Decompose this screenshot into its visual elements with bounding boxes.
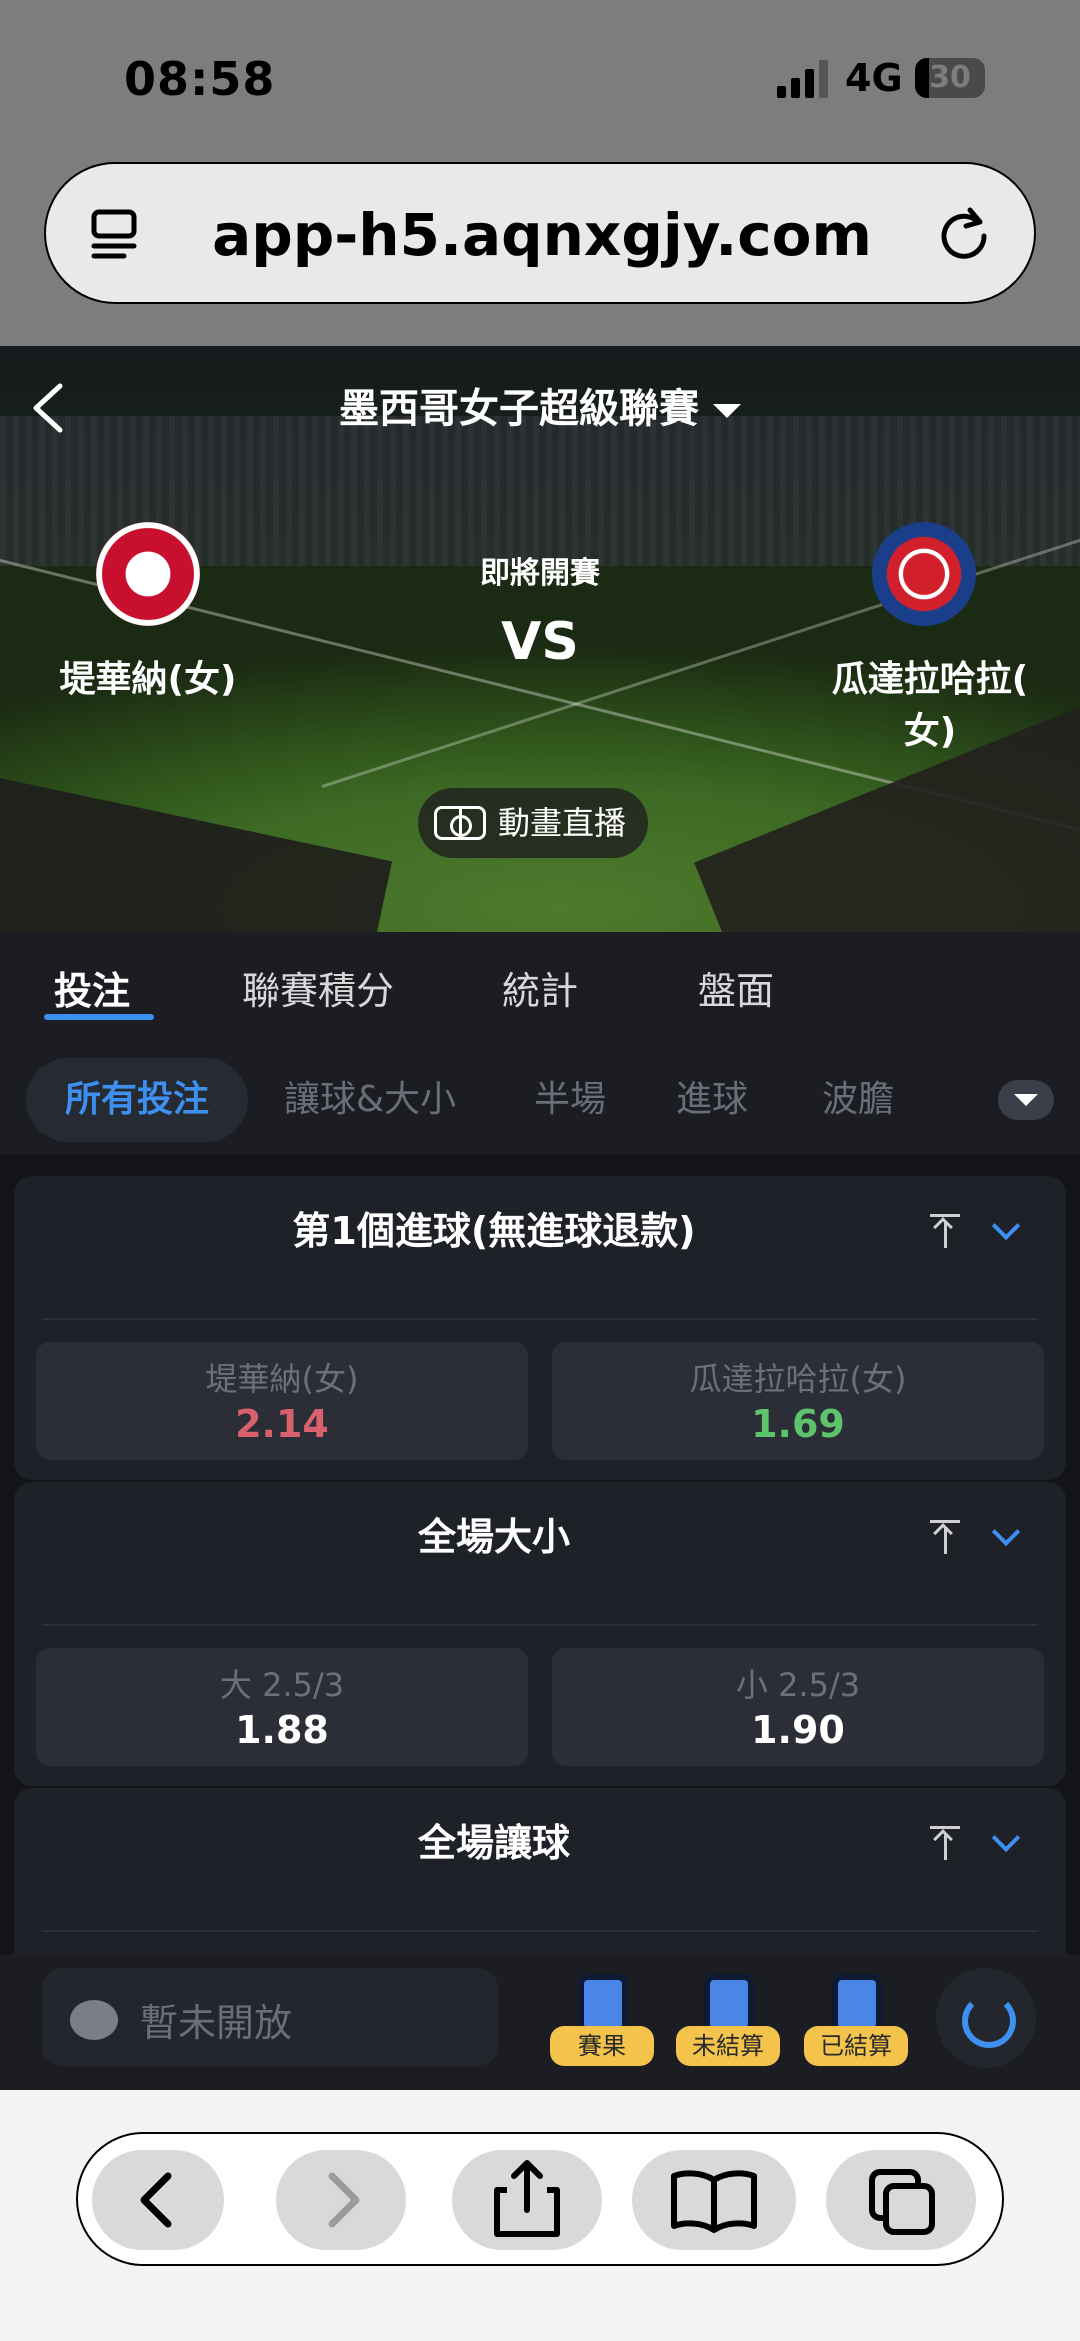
divider [42, 1624, 1038, 1626]
odds-value: 1.69 [751, 1402, 845, 1446]
divider [42, 1930, 1038, 1932]
market-actions [914, 1823, 1044, 1866]
market-title: 第1個進球(無進球退款) [292, 1209, 696, 1253]
odds-button[interactable]: 堤華納(女) 2.14 [36, 1342, 528, 1460]
market-title: 全場大小 [417, 1515, 570, 1559]
share-icon [494, 2160, 560, 2237]
odds-label: 大 2.5/3 [219, 1666, 345, 1704]
match-status: 即將開賽 [480, 556, 600, 591]
network-type: 4G [845, 56, 903, 100]
tab-lineup[interactable]: 盤面 [698, 960, 774, 1015]
filter-half[interactable]: 半場 [534, 1058, 606, 1142]
live-animation-button[interactable]: 動畫直播 [418, 788, 648, 858]
odds-button[interactable]: 小 2.5/3 1.90 [552, 1648, 1044, 1766]
toolbar-pill [76, 2132, 1004, 2266]
main-tabs: 投注 聯賽積分 統計 盤面 [0, 932, 1080, 1050]
odds-label: 瓜達拉哈拉(女) [689, 1360, 907, 1398]
unsettled-button[interactable]: 未結算 [676, 1968, 780, 2068]
crowd [0, 774, 393, 932]
chat-input[interactable]: 暫未開放 [42, 1968, 498, 2066]
pitch-icon [434, 806, 486, 840]
expand-filters-icon[interactable] [998, 1080, 1054, 1120]
market-title: 全場讓球 [417, 1821, 570, 1865]
clipboard-icon [578, 1974, 628, 2034]
market-actions [914, 1517, 1044, 1560]
home-team-name: 堤華納(女) [59, 659, 237, 700]
browser-toolbar [0, 2090, 1080, 2341]
bookmarks-button[interactable] [632, 2150, 796, 2250]
settled-button[interactable]: 已結算 [804, 1968, 908, 2068]
active-tab-indicator [44, 1014, 154, 1020]
chevron-down-icon[interactable] [991, 1211, 1021, 1241]
url-text[interactable]: app-h5.aqnxgjy.com [46, 164, 1038, 306]
odds-label: 小 2.5/3 [735, 1666, 861, 1704]
away-team-logo [872, 522, 976, 626]
filter-all[interactable]: 所有投注 [26, 1058, 248, 1142]
market-card: 全場大小 大 2.5/3 1.88 小 2.5/3 1.90 [14, 1482, 1066, 1786]
browser-forward-button[interactable] [276, 2150, 406, 2250]
away-team-name-line1: 瓜達拉哈拉( [831, 659, 1029, 700]
pin-top-icon[interactable] [930, 1826, 960, 1862]
battery-icon: 30 [915, 58, 985, 98]
filter-correct-score[interactable]: 波膽 [822, 1058, 894, 1142]
away-team-name: 瓜達拉哈拉( 女) [800, 654, 1060, 758]
league-name: 墨西哥女子超級聯賽 [339, 386, 699, 432]
divider [42, 1318, 1038, 1320]
chevron-right-icon [328, 2172, 360, 2228]
league-selector[interactable]: 墨西哥女子超級聯賽 [0, 376, 1080, 434]
filter-goals[interactable]: 進球 [676, 1058, 748, 1142]
bet-filter-bar: 所有投注 讓球&大小 半場 進球 波膽 [0, 1050, 1080, 1154]
browser-back-button[interactable] [92, 2150, 224, 2250]
markets-list: 第1個進球(無進球退款) 堤華納(女) 2.14 瓜達拉哈拉(女) 1.69 全… [0, 1154, 1080, 1988]
market-card: 第1個進球(無進球退款) 堤華納(女) 2.14 瓜達拉哈拉(女) 1.69 [14, 1176, 1066, 1480]
unsettled-label: 未結算 [676, 2026, 780, 2066]
vs-label: VS [501, 612, 579, 672]
filter-handicap-ou[interactable]: 讓球&大小 [284, 1058, 456, 1142]
market-actions [914, 1211, 1044, 1254]
bottom-action-bar: 暫未開放 賽果 未結算 已結算 [0, 1954, 1080, 2090]
chat-placeholder: 暫未開放 [140, 2001, 293, 2045]
status-time: 08:58 [124, 52, 276, 106]
odds-value: 1.90 [751, 1708, 845, 1752]
odds-label: 堤華納(女) [205, 1360, 359, 1398]
odds-button[interactable]: 大 2.5/3 1.88 [36, 1648, 528, 1766]
clipboard-icon [704, 1974, 754, 2034]
share-button[interactable] [452, 2150, 602, 2250]
tab-stats[interactable]: 統計 [502, 960, 578, 1015]
chevron-down-icon[interactable] [991, 1823, 1021, 1853]
reload-icon[interactable] [934, 204, 994, 264]
odds-button[interactable]: 瓜達拉哈拉(女) 1.69 [552, 1342, 1044, 1460]
chevron-left-icon [140, 2172, 172, 2228]
tabs-icon [869, 2169, 935, 2235]
tabs-button[interactable] [826, 2150, 976, 2250]
caret-down-icon [713, 404, 741, 418]
address-bar[interactable]: app-h5.aqnxgjy.com [44, 162, 1036, 304]
away-team-name-line2: 女) [903, 711, 957, 752]
refresh-icon[interactable] [936, 1968, 1036, 2068]
live-label: 動畫直播 [498, 804, 627, 842]
chevron-down-icon[interactable] [991, 1517, 1021, 1547]
home-team-logo [96, 522, 200, 626]
odds-value: 1.88 [235, 1708, 329, 1752]
settled-label: 已結算 [804, 2026, 908, 2066]
browser-top-area: 08:58 4G 30 app-h5.aqnxgjy.com [0, 0, 1080, 346]
pin-top-icon[interactable] [930, 1520, 960, 1556]
results-button[interactable]: 賽果 [550, 1968, 654, 2068]
clipboard-icon [832, 1974, 882, 2034]
chat-bubble-icon [70, 2000, 118, 2040]
pin-top-icon[interactable] [930, 1214, 960, 1250]
tab-standings[interactable]: 聯賽積分 [242, 960, 394, 1015]
book-icon [671, 2170, 757, 2233]
odds-value: 2.14 [235, 1402, 329, 1446]
tab-bet[interactable]: 投注 [54, 960, 130, 1015]
signal-icon [777, 60, 828, 98]
results-label: 賽果 [550, 2026, 654, 2066]
